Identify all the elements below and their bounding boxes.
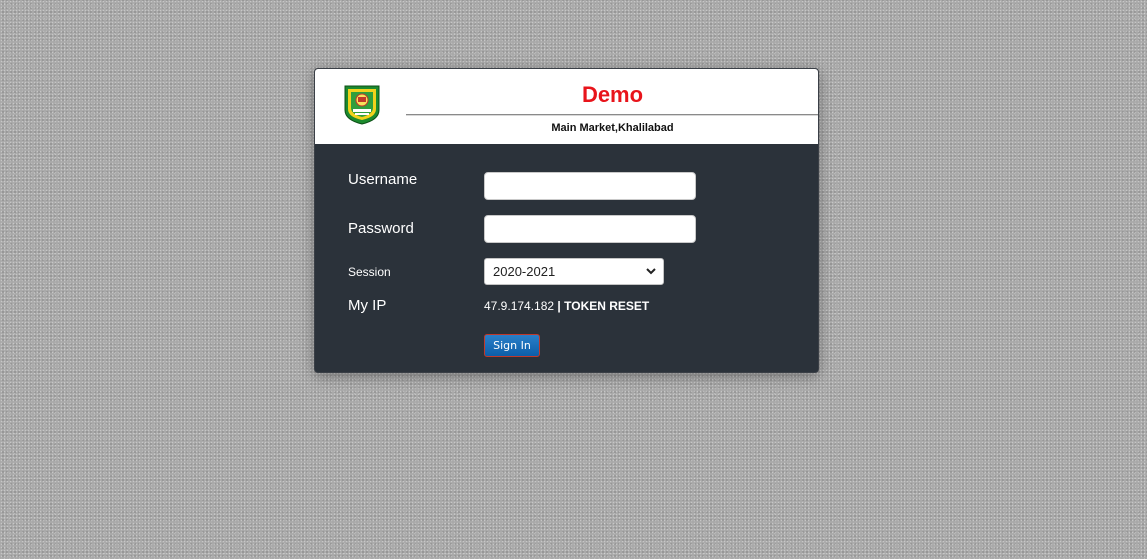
header-divider xyxy=(406,114,818,116)
password-label: Password xyxy=(348,220,414,237)
ip-separator: | xyxy=(557,299,561,313)
login-header: Demo Main Market,Khalilabad xyxy=(315,69,818,144)
ip-value: 47.9.174.182 xyxy=(484,299,555,313)
username-input[interactable] xyxy=(484,172,696,200)
password-input[interactable] xyxy=(484,215,696,243)
login-form: Username Password Session 2020-2021 My I… xyxy=(315,144,818,372)
chevron-down-icon xyxy=(646,268,656,275)
token-reset-link[interactable]: TOKEN RESET xyxy=(564,299,649,313)
school-name: Demo xyxy=(581,82,644,107)
school-crest-icon xyxy=(343,84,381,125)
username-label: Username xyxy=(348,171,418,188)
session-selected-value: 2020-2021 xyxy=(493,264,556,279)
ip-row: 47.9.174.182 | TOKEN RESET xyxy=(484,299,649,314)
session-label: Session xyxy=(348,265,391,279)
sign-in-button[interactable]: Sign In xyxy=(484,334,540,357)
school-address: Main Market,Khalilabad xyxy=(551,122,674,134)
login-panel: Demo Main Market,Khalilabad Username Pas… xyxy=(314,68,819,373)
session-select[interactable]: 2020-2021 xyxy=(484,258,664,285)
ip-label: My IP xyxy=(348,297,387,314)
